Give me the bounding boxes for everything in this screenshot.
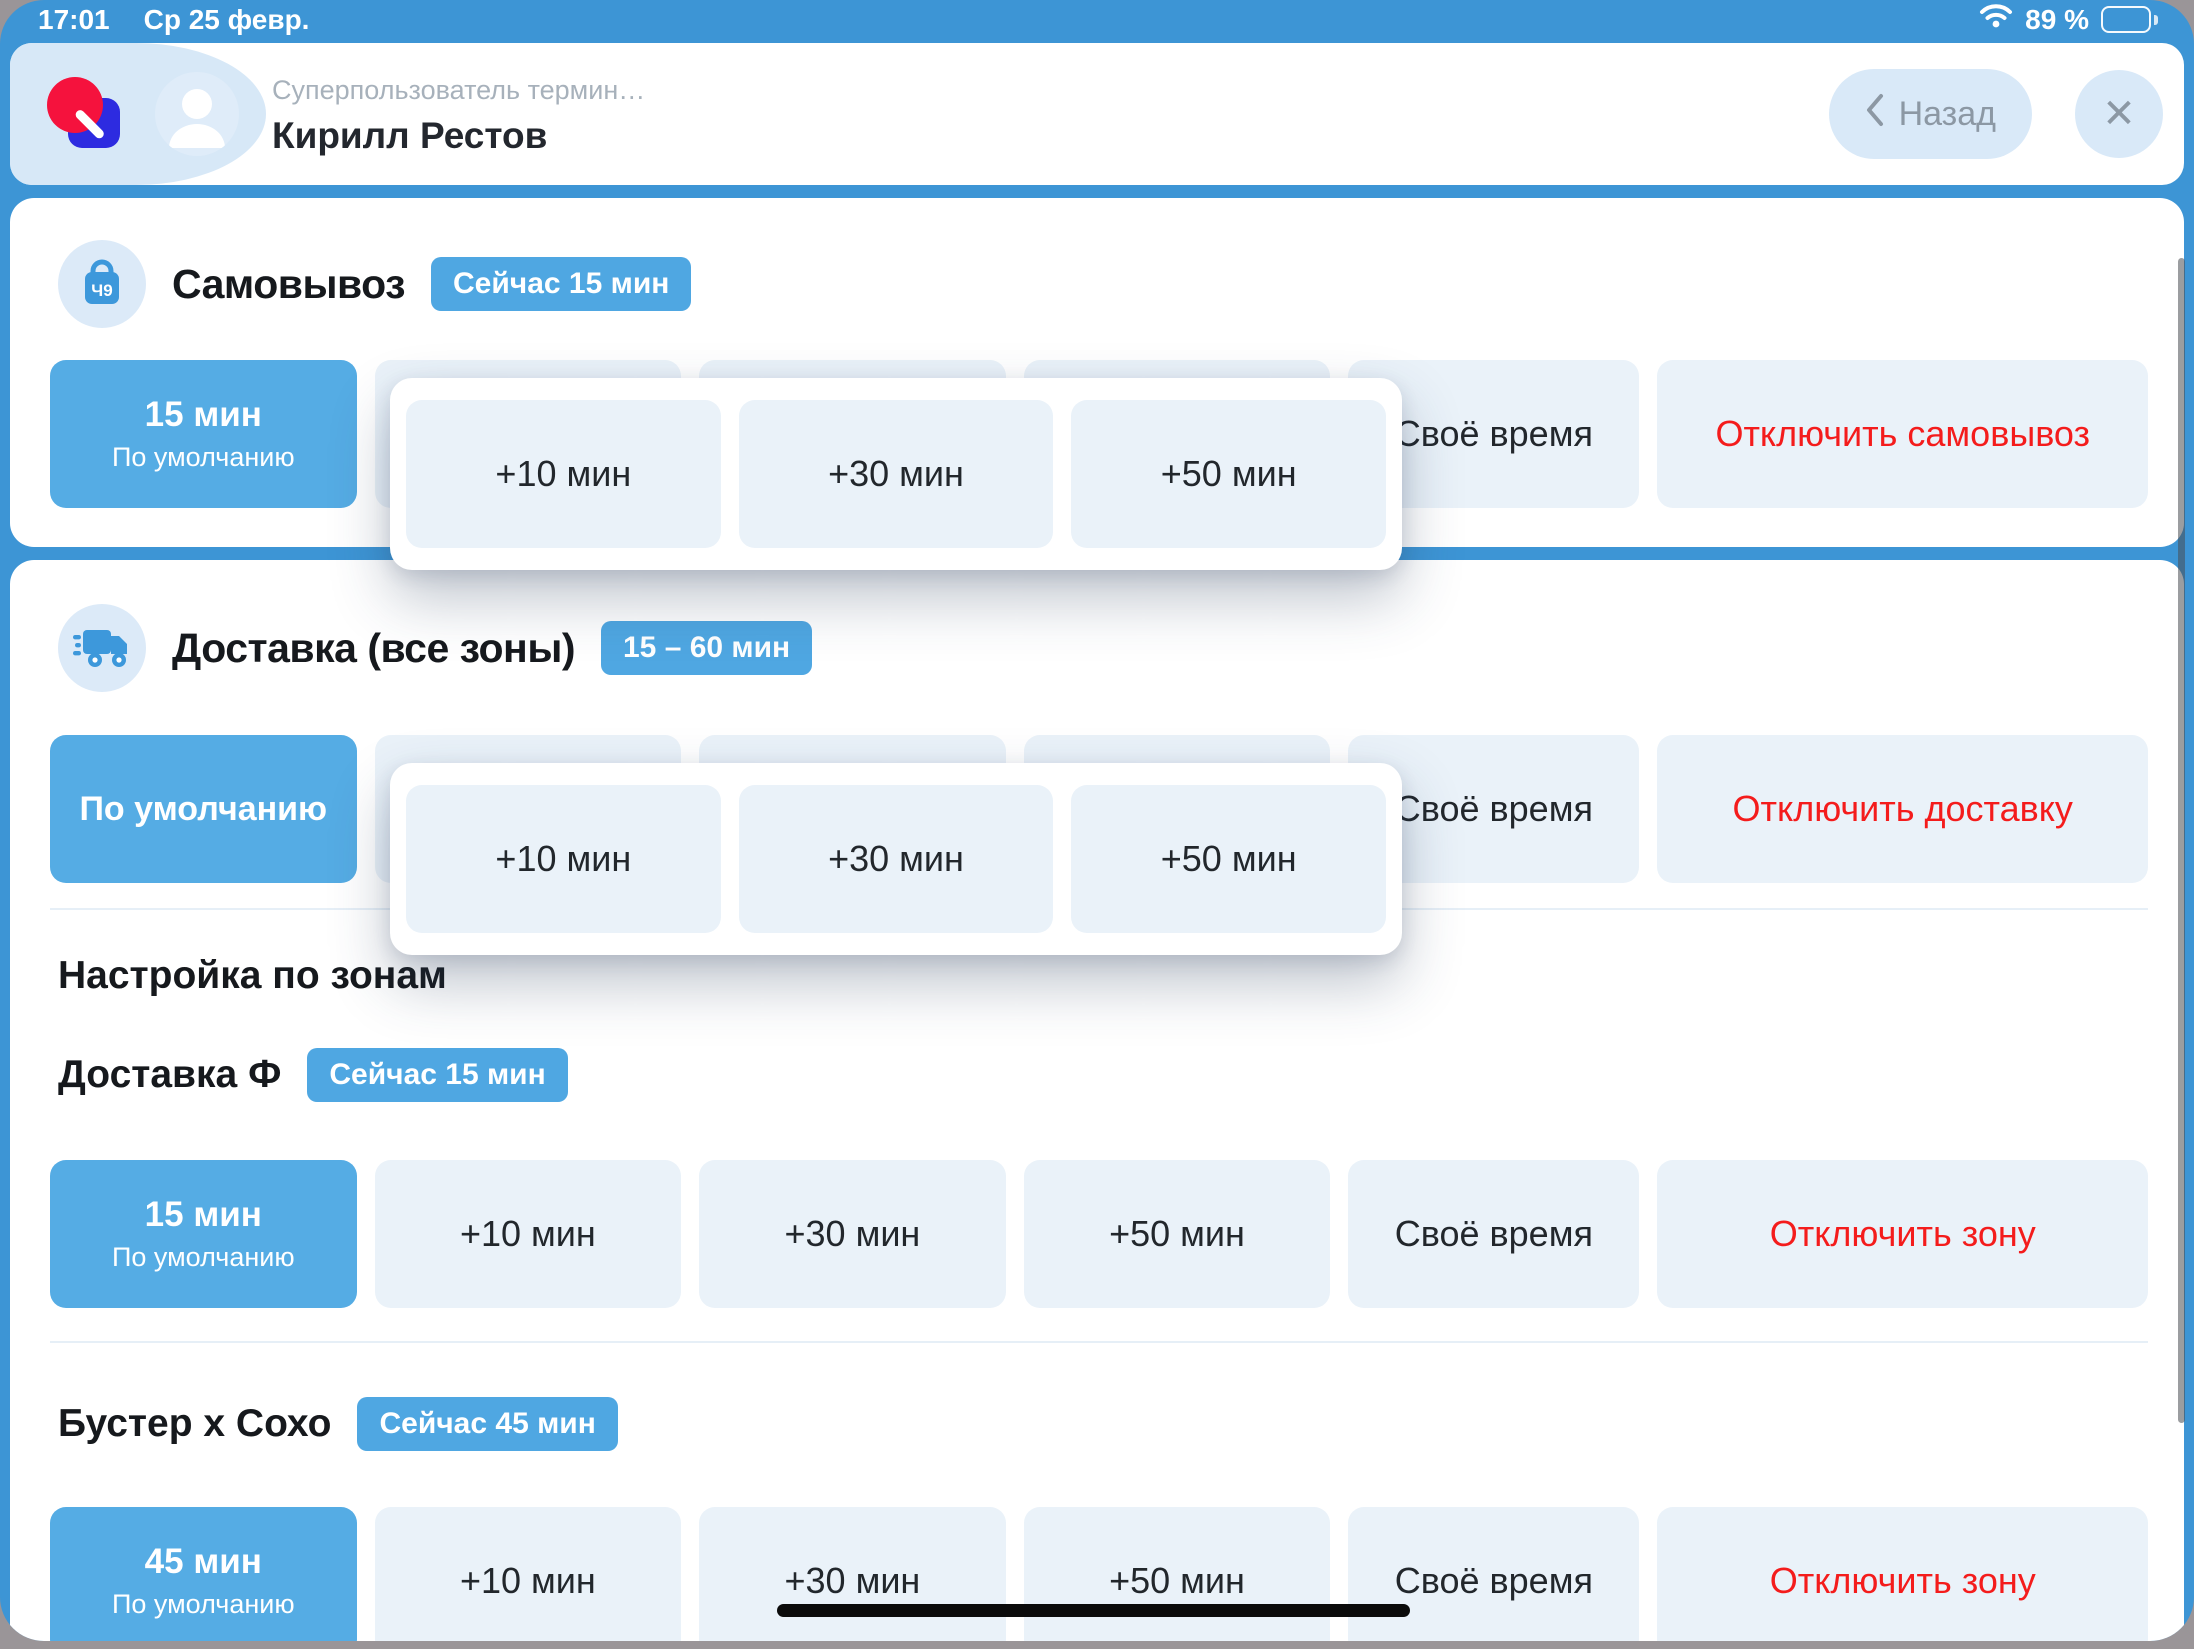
pickup-bag-glyph: Ч9: [91, 281, 112, 301]
pickup-disable-button[interactable]: Отключить самовывоз: [1657, 360, 2148, 508]
status-date: Ср 25 февр.: [144, 4, 310, 36]
battery-tip-icon: [2154, 15, 2158, 25]
status-time: 17:01: [38, 4, 110, 36]
zone-divider: [50, 1341, 2148, 1343]
user-role-subtitle: Суперпользователь термин…: [272, 75, 645, 106]
popup-plus30-button[interactable]: +30 мин: [739, 785, 1054, 933]
zone-booster-selected-value: 45 мин: [145, 1542, 262, 1582]
pickup-selected-value: 15 мин: [145, 395, 262, 435]
battery-icon: [2101, 6, 2151, 33]
delivery-title: Доставка (все зоны): [172, 625, 575, 672]
delivery-selected-value: По умолчанию: [79, 790, 327, 829]
zone-f-current-badge: Сейчас 15 мин: [307, 1048, 567, 1102]
avatar: [155, 72, 239, 156]
scrollbar[interactable]: [2178, 258, 2185, 1423]
delivery-default-option-button[interactable]: По умолчанию: [50, 735, 357, 883]
popup-plus10-button[interactable]: +10 мин: [406, 400, 721, 548]
popup-plus10-button[interactable]: +10 мин: [406, 785, 721, 933]
delivery-time-popup: +10 мин +30 мин +50 мин: [390, 763, 1402, 955]
status-bar: 17:01 Ср 25 февр. 89 %: [0, 0, 2194, 43]
pickup-time-popup: +10 мин +30 мин +50 мин: [390, 378, 1402, 570]
battery-percent: 89 %: [2025, 4, 2089, 36]
delivery-range-badge: 15 – 60 мин: [601, 621, 812, 675]
popup-plus30-button[interactable]: +30 мин: [739, 400, 1054, 548]
zone-booster-default-option-button[interactable]: 45 мин По умолчанию: [50, 1507, 357, 1641]
delivery-disable-button[interactable]: Отключить доставку: [1657, 735, 2148, 883]
pickup-default-option-button[interactable]: 15 мин По умолчанию: [50, 360, 357, 508]
zone-f-plus10-button[interactable]: +10 мин: [375, 1160, 682, 1308]
back-button[interactable]: Назад: [1829, 69, 2032, 159]
wifi-icon: [1979, 3, 2013, 36]
zone-booster-custom-time-button[interactable]: Своё время: [1348, 1507, 1639, 1641]
back-button-label: Назад: [1899, 95, 1996, 134]
popup-plus50-button[interactable]: +50 мин: [1071, 400, 1386, 548]
pickup-bag-icon: Ч9: [58, 240, 146, 328]
zone-f-plus30-button[interactable]: +30 мин: [699, 1160, 1006, 1308]
app-screen: 17:01 Ср 25 февр. 89 %: [0, 0, 2194, 1641]
user-name-title: Кирилл Рестов: [272, 115, 645, 157]
zone-booster-plus30-button[interactable]: +30 мин: [699, 1507, 1006, 1641]
zone-booster-current-badge: Сейчас 45 мин: [357, 1397, 617, 1451]
zone-f-title: Доставка Ф: [58, 1053, 281, 1097]
popup-plus50-button[interactable]: +50 мин: [1071, 785, 1386, 933]
zone-f-default-option-button[interactable]: 15 мин По умолчанию: [50, 1160, 357, 1308]
zone-f-selected-caption: По умолчанию: [112, 1242, 295, 1273]
close-icon: ✕: [2102, 91, 2136, 137]
app-logo-icon: [47, 77, 159, 191]
zone-booster-plus10-button[interactable]: +10 мин: [375, 1507, 682, 1641]
zone-booster-disable-button[interactable]: Отключить зону: [1657, 1507, 2148, 1641]
zone-booster-title: Бустер х Сохо: [58, 1402, 331, 1446]
zone-booster-selected-caption: По умолчанию: [112, 1589, 295, 1620]
pickup-current-badge: Сейчас 15 мин: [431, 257, 691, 311]
pickup-title: Самовывоз: [172, 261, 405, 308]
zone-booster-plus50-button[interactable]: +50 мин: [1024, 1507, 1331, 1641]
close-button[interactable]: ✕: [2075, 70, 2163, 158]
zone-f-selected-value: 15 мин: [145, 1195, 262, 1235]
zone-f-disable-button[interactable]: Отключить зону: [1657, 1160, 2148, 1308]
delivery-section: Доставка (все зоны) 15 – 60 мин По умолч…: [10, 560, 2184, 1641]
zone-f-plus50-button[interactable]: +50 мин: [1024, 1160, 1331, 1308]
delivery-truck-icon: [58, 604, 146, 692]
zones-heading: Настройка по зонам: [58, 954, 447, 998]
pickup-section: Ч9 Самовывоз Сейчас 15 мин 15 мин По умо…: [10, 198, 2184, 547]
header: Суперпользователь термин… Кирилл Рестов …: [10, 43, 2184, 185]
pickup-selected-caption: По умолчанию: [112, 442, 295, 473]
home-indicator[interactable]: [777, 1604, 1410, 1617]
chevron-left-icon: [1865, 93, 1885, 136]
zone-f-custom-time-button[interactable]: Своё время: [1348, 1160, 1639, 1308]
